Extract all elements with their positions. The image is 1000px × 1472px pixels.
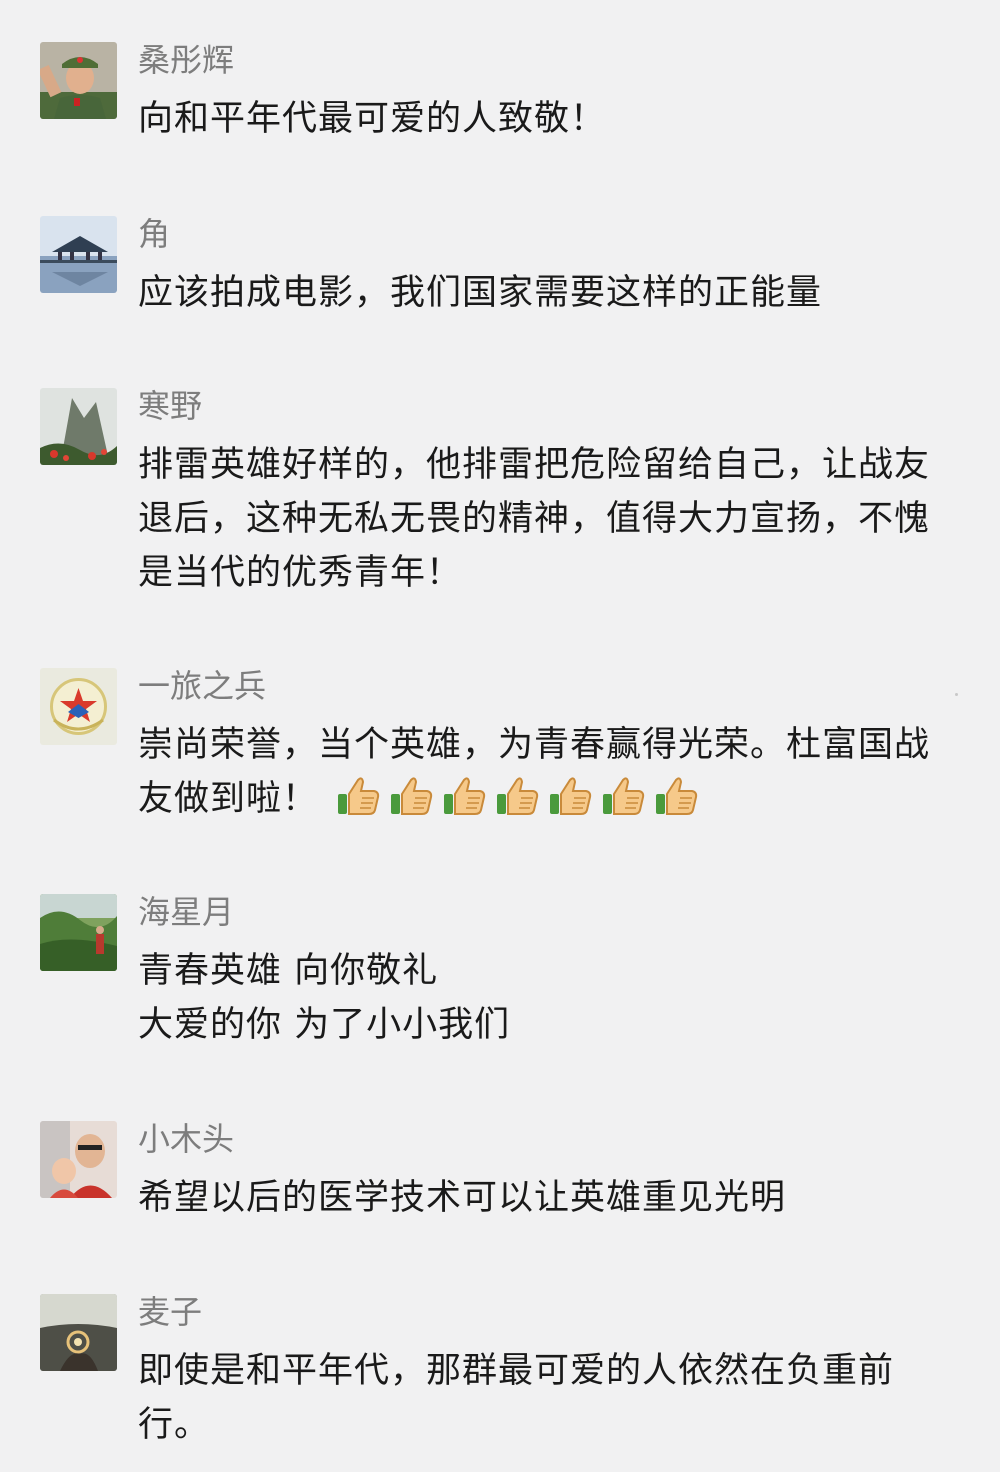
commenter-name[interactable]: 一旅之兵 (138, 666, 266, 706)
army-emblem-icon[interactable] (40, 668, 117, 745)
ring-sunset-icon[interactable] (40, 1294, 117, 1371)
mountain-flowers-icon[interactable] (40, 388, 117, 465)
comment-text-container: 崇尚荣誉，当个英雄，为青春赢得光荣。杜富国战友做到啦！ (138, 718, 958, 834)
thumbs-up-icon (497, 777, 539, 815)
commenter-name[interactable]: 海星月 (138, 892, 234, 932)
commenter-name[interactable]: 小木头 (138, 1119, 234, 1159)
thumbs-up-icon (603, 777, 645, 815)
comment-text: 应该拍成电影，我们国家需要这样的正能量 (138, 273, 823, 313)
commenter-name[interactable]: 角 (138, 214, 170, 254)
comment-text: 希望以后的医学技术可以让英雄重见光明 (138, 1178, 787, 1218)
divider-dot (955, 693, 958, 696)
thumbs-up-icon (444, 777, 486, 815)
thumbs-up-icon (656, 777, 698, 815)
emoji-group (336, 772, 707, 834)
comment-text: 向和平年代最可爱的人致敬！ (138, 99, 607, 139)
thumbs-up-icon (550, 777, 592, 815)
commenter-name[interactable]: 寒野 (138, 386, 202, 426)
comment-text: 即使是和平年代，那群最可爱的人依然在负重前行。 (138, 1351, 895, 1445)
commenter-name[interactable]: 桑彤辉 (138, 40, 234, 80)
commenter-name[interactable]: 麦子 (138, 1292, 202, 1332)
thumbs-up-icon (391, 777, 433, 815)
comment-text: 排雷英雄好样的，他排雷把危险留给自己，让战友退后，这种无私无畏的精神，值得大力宣… (138, 445, 931, 593)
soldier-portrait-icon[interactable] (40, 42, 117, 119)
comment-text: 青春英雄 向你敬礼 大爱的你 为了小小我们 (138, 951, 511, 1045)
thumbs-up-icon (338, 777, 380, 815)
pavilion-lake-icon[interactable] (40, 216, 117, 293)
father-child-icon[interactable] (40, 1121, 117, 1198)
comment-list: 桑彤辉 向和平年代最可爱的人致敬！ 角 应该拍成电影，我们国家需要这样的正能量 (0, 0, 1000, 1472)
forest-person-icon[interactable] (40, 894, 117, 971)
